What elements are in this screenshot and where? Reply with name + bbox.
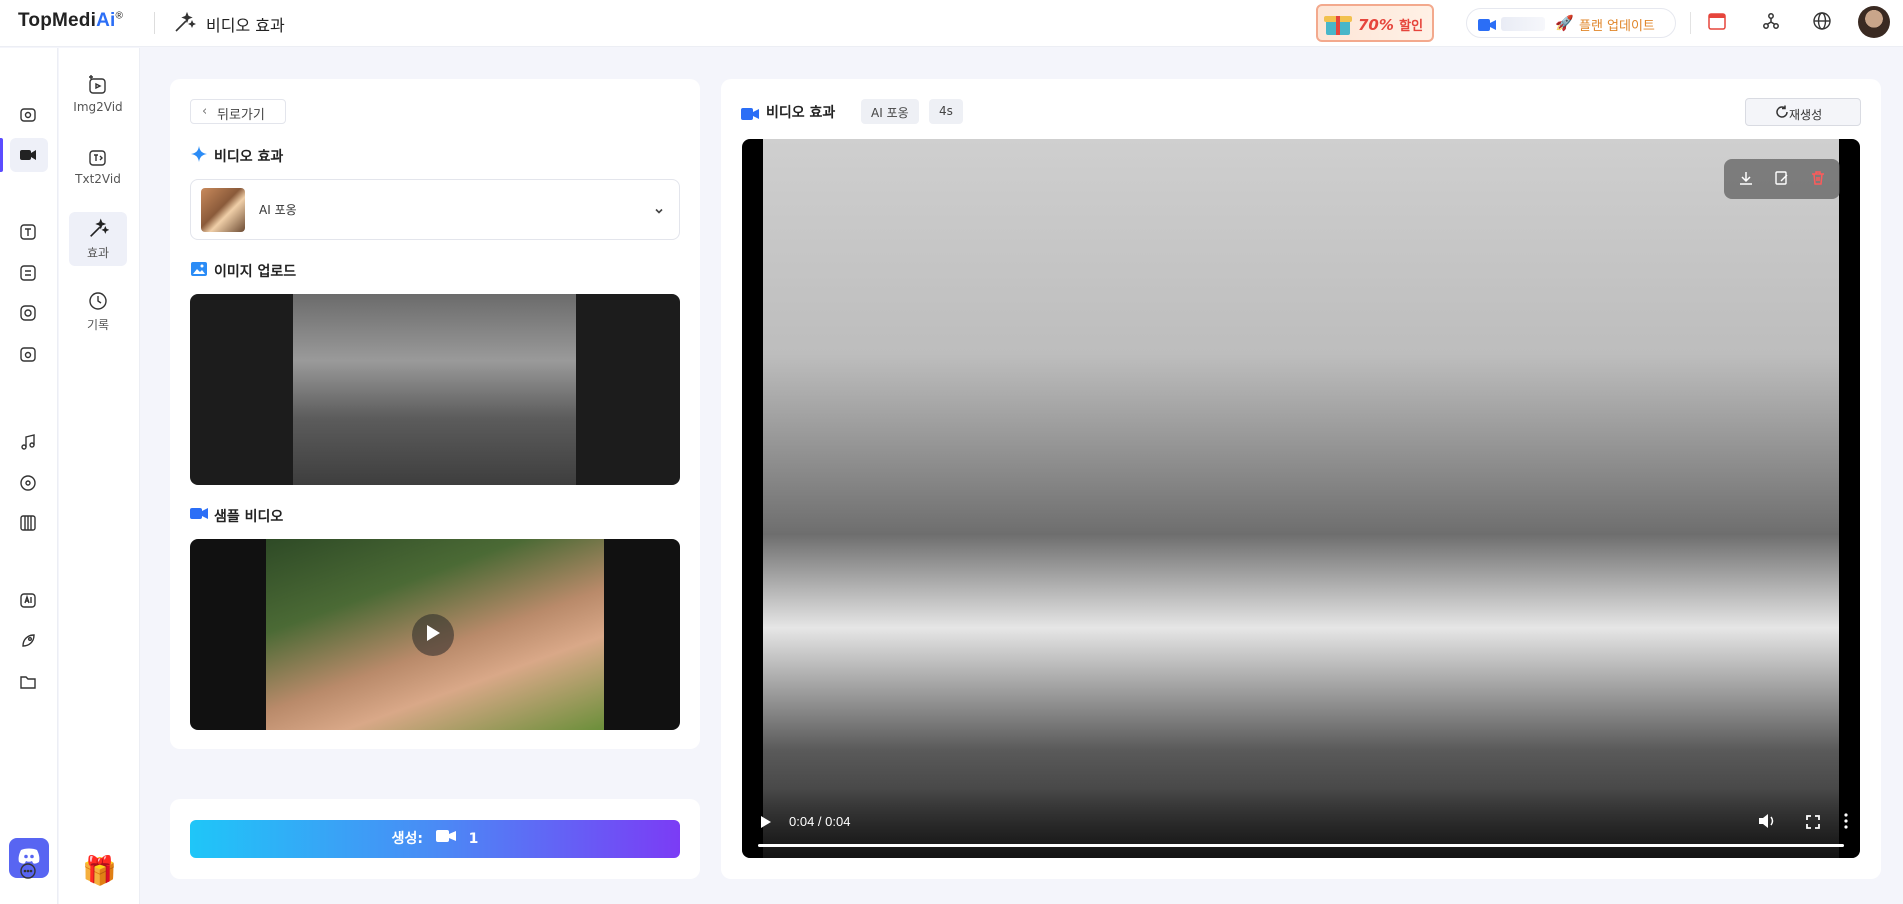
regenerate-button[interactable]: 재생성 [1745, 98, 1861, 126]
tool-img2vid[interactable]: Img2Vid [69, 68, 127, 122]
generate-card: 생성: 1 [170, 799, 700, 879]
txt2vid-icon [89, 150, 106, 166]
credits-placeholder [1501, 17, 1545, 31]
effect-dropdown[interactable]: AI 포옹 [190, 179, 680, 240]
delete-icon[interactable] [1810, 170, 1826, 190]
settings-panel: ‹ 뒤로가기 비디오 효과 AI 포옹 이미지 업로드 샘플 비디오 [170, 79, 700, 749]
disc-icon[interactable] [17, 472, 39, 494]
video-progress-bar[interactable] [758, 844, 1844, 847]
back-button[interactable]: ‹ 뒤로가기 [190, 99, 286, 124]
tool-effects[interactable]: 효과 [69, 212, 127, 266]
video-frame [763, 139, 1839, 858]
refresh-icon [1775, 105, 1789, 122]
top-bar: TopMediAi® 비디오 효과 70% 할인 🚀 플랜 업데이트 [0, 0, 1903, 47]
tool-label: Img2Vid [73, 100, 123, 114]
download-icon[interactable] [1738, 170, 1754, 190]
video-camera-icon [435, 820, 456, 858]
selected-effect: AI 포옹 [259, 203, 297, 217]
generate-count: 1 [468, 831, 479, 847]
folder-icon[interactable] [17, 671, 39, 693]
music-icon[interactable] [17, 431, 39, 453]
gift-icon[interactable]: 🎁 [82, 854, 117, 887]
image-icon [190, 260, 208, 282]
plan-update-button[interactable]: 🚀 플랜 업데이트 [1466, 8, 1676, 38]
app-logo[interactable]: TopMediAi® [18, 10, 123, 32]
effect-thumbnail [201, 188, 245, 232]
discount-label: 할인 [1399, 19, 1424, 34]
primary-sidebar [0, 48, 58, 904]
chat-icon[interactable] [17, 860, 39, 882]
text-tool-icon[interactable] [17, 221, 39, 243]
result-panel: 비디오 효과 AI 포옹 4s 재생성 0:04 / 0:04 [721, 79, 1881, 879]
video-camera-icon [741, 106, 759, 125]
generate-button[interactable]: 생성: 1 [190, 820, 680, 858]
ai-box-icon[interactable] [17, 589, 39, 611]
video-controls: 0:04 / 0:04 [742, 788, 1860, 858]
piano-icon[interactable] [17, 512, 39, 534]
uploaded-photo [293, 294, 576, 485]
video-actions [1724, 159, 1840, 199]
video-time: 0:04 / 0:04 [789, 814, 851, 829]
edit-icon[interactable] [1774, 170, 1790, 190]
calendar-icon [1707, 11, 1727, 35]
effect-section-title: 비디오 효과 [190, 146, 283, 166]
discount-percent: 70% [1358, 16, 1394, 34]
tool-txt2vid[interactable]: Txt2Vid [69, 140, 127, 194]
tool-label: 효과 [86, 246, 110, 260]
tool-history[interactable]: 기록 [69, 284, 127, 338]
divider [1690, 12, 1691, 34]
swap-icon[interactable] [17, 262, 39, 284]
duration-chip: 4s [929, 99, 963, 124]
result-title: 비디오 효과 [766, 105, 836, 121]
tool-label: Txt2Vid [75, 172, 121, 186]
plan-update-label: 플랜 업데이트 [1579, 19, 1655, 34]
generate-label: 생성: [391, 831, 423, 847]
image-ai-icon[interactable] [17, 103, 39, 125]
network-icon [1762, 12, 1780, 34]
magic-wand-icon [90, 218, 109, 237]
regenerate-label: 재생성 [1789, 108, 1823, 122]
play-button[interactable] [412, 614, 454, 656]
video-camera-icon [1478, 17, 1496, 36]
sample-video[interactable] [190, 539, 680, 730]
back-label: 뒤로가기 [217, 108, 265, 123]
audio-icon[interactable] [17, 302, 39, 324]
photo-edit-icon[interactable] [17, 343, 39, 365]
result-video-player[interactable]: 0:04 / 0:04 [742, 139, 1860, 858]
clock-icon [89, 292, 107, 310]
video-icon[interactable] [17, 144, 39, 166]
affiliate-button[interactable] [1756, 8, 1786, 38]
gift-box-icon [1322, 9, 1354, 37]
user-avatar[interactable] [1858, 6, 1890, 38]
divider [154, 12, 155, 34]
magic-wand-icon [172, 11, 197, 35]
play-icon[interactable] [760, 814, 772, 833]
tool-sidebar: Img2Vid Txt2Vid 효과 기록 🎁 [59, 48, 140, 904]
tool-label: 기록 [86, 318, 110, 332]
rocket-icon: 🚀 [1555, 14, 1574, 32]
img2vid-icon [89, 75, 106, 94]
chevron-left-icon: ‹ [202, 104, 208, 119]
sparkle-icon [190, 145, 208, 167]
active-indicator [0, 138, 3, 172]
fullscreen-icon[interactable] [1806, 814, 1820, 833]
sample-section-title: 샘플 비디오 [190, 506, 283, 526]
more-options-icon[interactable] [1844, 813, 1848, 833]
page-title: 비디오 효과 [206, 16, 285, 35]
upload-section-title: 이미지 업로드 [190, 261, 296, 281]
uploaded-image[interactable] [190, 294, 680, 485]
volume-icon[interactable] [1758, 813, 1776, 833]
calendar-button[interactable] [1702, 8, 1732, 38]
effect-chip: AI 포옹 [861, 99, 919, 124]
globe-icon [1812, 11, 1832, 35]
chevron-down-icon [653, 202, 665, 221]
video-camera-icon [190, 505, 208, 525]
play-icon [425, 624, 441, 646]
rocket-outline-icon[interactable] [17, 630, 39, 652]
language-button[interactable] [1807, 8, 1837, 38]
discount-banner[interactable]: 70% 할인 [1316, 4, 1434, 42]
